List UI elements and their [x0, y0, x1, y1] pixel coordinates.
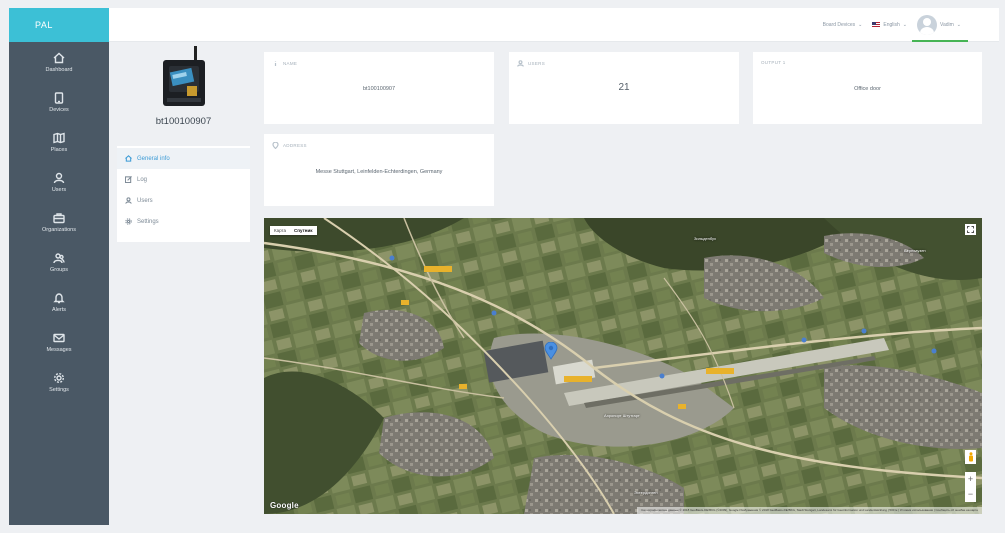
sidebar-item-label: Settings — [49, 386, 69, 393]
language-label: English — [883, 21, 900, 28]
brand-logo[interactable]: PAL — [9, 8, 109, 42]
users-card-value: 21 — [618, 82, 630, 93]
map-label-airport: Аэропорт Штутгарт — [604, 413, 640, 418]
sidebar-item-organizations[interactable]: Organizations — [9, 202, 109, 242]
street-view-button[interactable] — [965, 450, 976, 464]
map-label-place: Зильденбух — [694, 236, 717, 241]
bell-icon — [53, 292, 65, 303]
name-card-label: NAME — [283, 61, 298, 66]
menu-item-users[interactable]: Users — [117, 190, 250, 211]
device-filter-label: Board Devices — [822, 21, 856, 28]
sidebar-item-label: Groups — [49, 266, 69, 273]
fullscreen-button[interactable] — [965, 224, 976, 235]
device-icon — [54, 91, 64, 104]
satellite-map[interactable]: Аэропорт Штутгарт Бернхаузен Зильденбух … — [264, 218, 982, 514]
gear-icon — [125, 218, 132, 225]
sidebar-item-label: Alerts — [51, 306, 67, 313]
sidebar-item-users[interactable]: Users — [9, 162, 109, 202]
map-label-place: Бернхаузен — [904, 248, 926, 253]
address-card-header: ADDRESS — [272, 142, 307, 149]
sidebar-item-alerts[interactable]: Alerts — [9, 282, 109, 322]
location-pin-icon[interactable] — [544, 342, 558, 360]
menu-item-settings[interactable]: Settings — [117, 211, 250, 232]
sidebar-item-label: Organizations — [42, 226, 76, 233]
users-card-label: USERS — [528, 61, 546, 66]
location-icon — [272, 142, 279, 149]
map-satellite-imagery — [264, 218, 982, 514]
chevron-down-icon: ⌄ — [858, 21, 863, 28]
sidebar-item-dashboard[interactable]: Dashboard — [9, 42, 109, 82]
menu-item-general-info[interactable]: General info — [117, 148, 250, 169]
us-flag-icon — [872, 22, 881, 27]
user-menu[interactable]: Vadim ⌄ — [916, 14, 961, 35]
sidebar-item-label: Places — [50, 146, 68, 153]
map-type-switch: Карта Спутник — [270, 226, 317, 235]
sidebar-item-places[interactable]: Places — [9, 122, 109, 162]
zoom-control: + − — [965, 472, 976, 502]
users-card: USERS 21 — [509, 52, 739, 124]
menu-item-label: General info — [137, 155, 170, 162]
users-icon — [517, 60, 524, 67]
sidebar-item-label: Users — [51, 186, 67, 193]
map-type-map-button[interactable]: Карта — [270, 226, 290, 235]
avatar — [916, 14, 937, 35]
chevron-down-icon: ⌄ — [902, 21, 907, 28]
device-summary: bt100100907 — [117, 44, 250, 142]
users-card-header: USERS — [517, 60, 545, 67]
user-icon — [125, 197, 132, 204]
device-menu: General info Log Users Settings — [117, 146, 250, 242]
info-icon — [274, 61, 277, 66]
zoom-out-button[interactable]: − — [968, 490, 973, 499]
map-attribution[interactable]: Картографические данные © 2018 GeoBasis-… — [637, 507, 982, 514]
menu-item-label: Settings — [137, 218, 159, 225]
map-icon — [53, 132, 65, 143]
menu-item-label: Log — [137, 176, 148, 183]
user-icon — [53, 172, 65, 183]
group-icon — [53, 252, 65, 263]
chevron-down-icon: ⌄ — [956, 21, 961, 28]
name-card-value: bt100100907 — [362, 86, 396, 92]
zoom-in-button[interactable]: + — [968, 475, 973, 484]
map-type-satellite-button[interactable]: Спутник — [290, 226, 316, 235]
top-bar: Board Devices ⌄ English ⌄ Vadim ⌄ — [109, 8, 999, 42]
main-content: bt100100907 General info Log Users Setti… — [109, 42, 999, 525]
map-label-place: Эхтердинген — [634, 490, 658, 495]
sidebar-item-messages[interactable]: Messages — [9, 322, 109, 362]
address-card-value: Messe Stuttgart, Leinfelden-Echterdingen… — [315, 169, 443, 175]
sidebar-item-label: Devices — [49, 106, 69, 113]
output-card: OUTPUT 1 Office door — [753, 52, 982, 124]
sidebar-item-groups[interactable]: Groups — [9, 242, 109, 282]
mail-icon — [53, 333, 65, 342]
home-icon — [125, 155, 132, 162]
address-card-label: ADDRESS — [283, 143, 307, 148]
user-name: Vadim — [939, 21, 954, 28]
home-icon — [53, 52, 65, 63]
menu-item-log[interactable]: Log — [117, 169, 250, 190]
sidebar-item-settings[interactable]: Settings — [9, 362, 109, 402]
output-card-value: Office door — [854, 86, 881, 92]
gear-icon — [53, 372, 65, 383]
menu-item-label: Users — [137, 197, 153, 204]
sidebar-item-label: Messages — [46, 346, 72, 353]
name-card: NAME bt100100907 — [264, 52, 494, 124]
pegman-icon — [968, 452, 973, 462]
device-filter-select[interactable]: Board Devices ⌄ — [823, 22, 863, 28]
name-card-header: NAME — [272, 60, 297, 67]
output-card-header: OUTPUT 1 — [761, 60, 786, 65]
device-image — [162, 46, 205, 106]
google-logo: Google — [270, 501, 299, 510]
sidebar-item-label: Dashboard — [45, 66, 73, 73]
sidebar: PAL Dashboard Devices Places Users Organ… — [9, 8, 109, 525]
edit-icon — [125, 176, 132, 183]
briefcase-icon — [53, 212, 65, 223]
output-card-label: OUTPUT 1 — [761, 60, 786, 65]
fullscreen-icon — [967, 226, 974, 233]
language-select[interactable]: English ⌄ — [872, 22, 907, 28]
address-card: ADDRESS Messe Stuttgart, Leinfelden-Echt… — [264, 134, 494, 206]
sidebar-item-devices[interactable]: Devices — [9, 82, 109, 122]
device-title: bt100100907 — [155, 116, 212, 127]
